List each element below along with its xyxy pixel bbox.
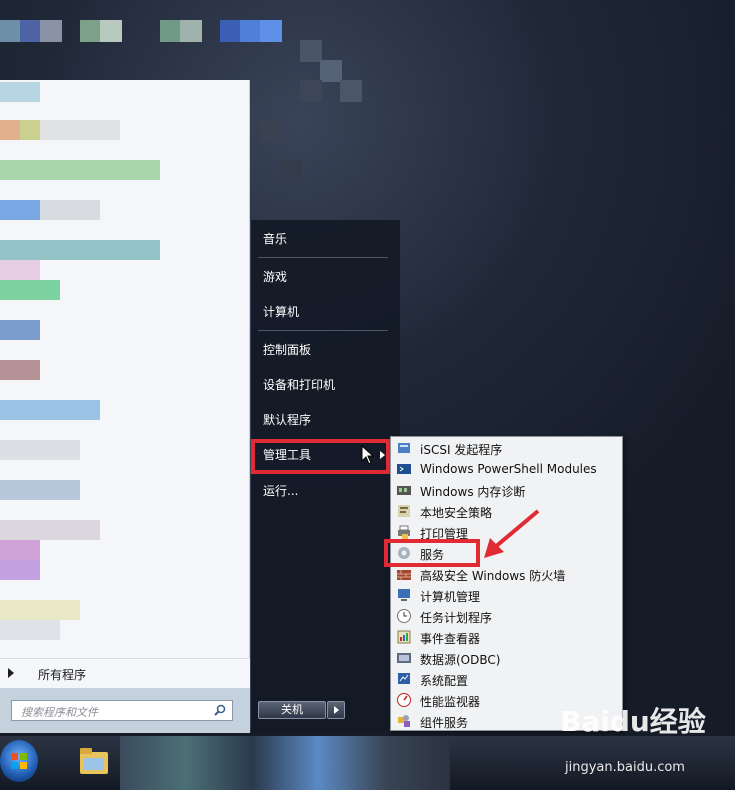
submenu-item-label: 任务计划程序: [420, 611, 493, 625]
separator: [258, 257, 388, 258]
menu-item-computer[interactable]: 计算机: [263, 303, 299, 320]
services-highlight-box: [384, 539, 480, 567]
separator: [258, 330, 388, 331]
windows-logo-icon: [11, 753, 27, 769]
search-input[interactable]: 搜索程序和文件: [11, 700, 233, 721]
submenu-item-label: 计算机管理: [420, 590, 481, 604]
submenu-item-odbc[interactable]: 数据源(ODBC): [396, 648, 618, 668]
submenu-item-iscsi[interactable]: iSCSI 发起程序: [396, 438, 618, 458]
firewall-icon: [397, 570, 411, 580]
iscsi-icon: [398, 443, 410, 453]
submenu-item-label: iSCSI 发起程序: [420, 443, 503, 457]
mouse-cursor-icon: [361, 445, 375, 465]
security-policy-icon: [398, 505, 410, 517]
submenu-item-powershell[interactable]: Windows PowerShell Modules: [396, 459, 618, 479]
submenu-item-label: 事件查看器: [420, 632, 481, 646]
menu-item-default-programs[interactable]: 默认程序: [263, 411, 311, 428]
submenu-item-task-scheduler[interactable]: 任务计划程序: [396, 606, 618, 626]
search-area: 搜索程序和文件: [0, 688, 250, 733]
all-programs-item[interactable]: 所有程序: [0, 658, 250, 688]
performance-monitor-icon: [397, 693, 411, 707]
submenu-item-label: 组件服务: [420, 716, 469, 730]
submenu-item-label: 系统配置: [420, 674, 469, 688]
annotation-arrow-icon: [484, 509, 540, 558]
shutdown-options-button[interactable]: [327, 701, 345, 719]
submenu-item-system-config[interactable]: 系统配置: [396, 669, 618, 689]
shutdown-button[interactable]: 关机: [258, 701, 326, 719]
baidu-watermark: Baidu经验: [560, 705, 706, 738]
taskbar-pixelated-region: [120, 736, 450, 790]
task-scheduler-icon: [397, 609, 411, 623]
component-services-icon: [398, 715, 410, 727]
start-orb-icon[interactable]: [0, 740, 38, 782]
system-config-icon: [398, 673, 410, 684]
submenu-item-event-viewer[interactable]: 事件查看器: [396, 627, 618, 647]
menu-item-run[interactable]: 运行...: [263, 482, 298, 499]
submenu-item-label: Windows 内存诊断: [420, 485, 526, 499]
submenu-item-memory-diagnostic[interactable]: Windows 内存诊断: [396, 480, 618, 500]
memory-diagnostic-icon: [397, 486, 411, 495]
menu-item-games[interactable]: 游戏: [263, 268, 287, 285]
file-explorer-icon[interactable]: [78, 744, 110, 778]
submenu-item-label: 性能监视器: [420, 695, 481, 709]
submenu-item-computer-management[interactable]: 计算机管理: [396, 585, 618, 605]
menu-item-devices-printers[interactable]: 设备和打印机: [263, 376, 335, 393]
submenu-item-label: 数据源(ODBC): [420, 653, 501, 667]
menu-item-music[interactable]: 音乐: [263, 230, 287, 247]
start-menu-right-panel: [250, 220, 400, 732]
search-placeholder: 搜索程序和文件: [21, 706, 98, 719]
submenu-item-label: Windows PowerShell Modules: [420, 462, 597, 476]
odbc-icon: [397, 653, 411, 663]
powershell-icon: [397, 464, 411, 474]
submenu-item-firewall[interactable]: 高级安全 Windows 防火墙: [396, 564, 618, 584]
submenu-item-label: 高级安全 Windows 防火墙: [420, 569, 566, 583]
all-programs-label: 所有程序: [38, 668, 87, 682]
search-icon[interactable]: [214, 704, 226, 716]
watermark-url: jingyan.baidu.com: [565, 760, 685, 775]
expand-arrow-icon: [8, 668, 14, 678]
start-menu-programs-panel: [0, 80, 250, 690]
menu-item-control-panel[interactable]: 控制面板: [263, 341, 311, 358]
print-management-icon: [398, 525, 410, 539]
event-viewer-icon: [397, 630, 411, 644]
computer-management-icon: [398, 589, 410, 601]
